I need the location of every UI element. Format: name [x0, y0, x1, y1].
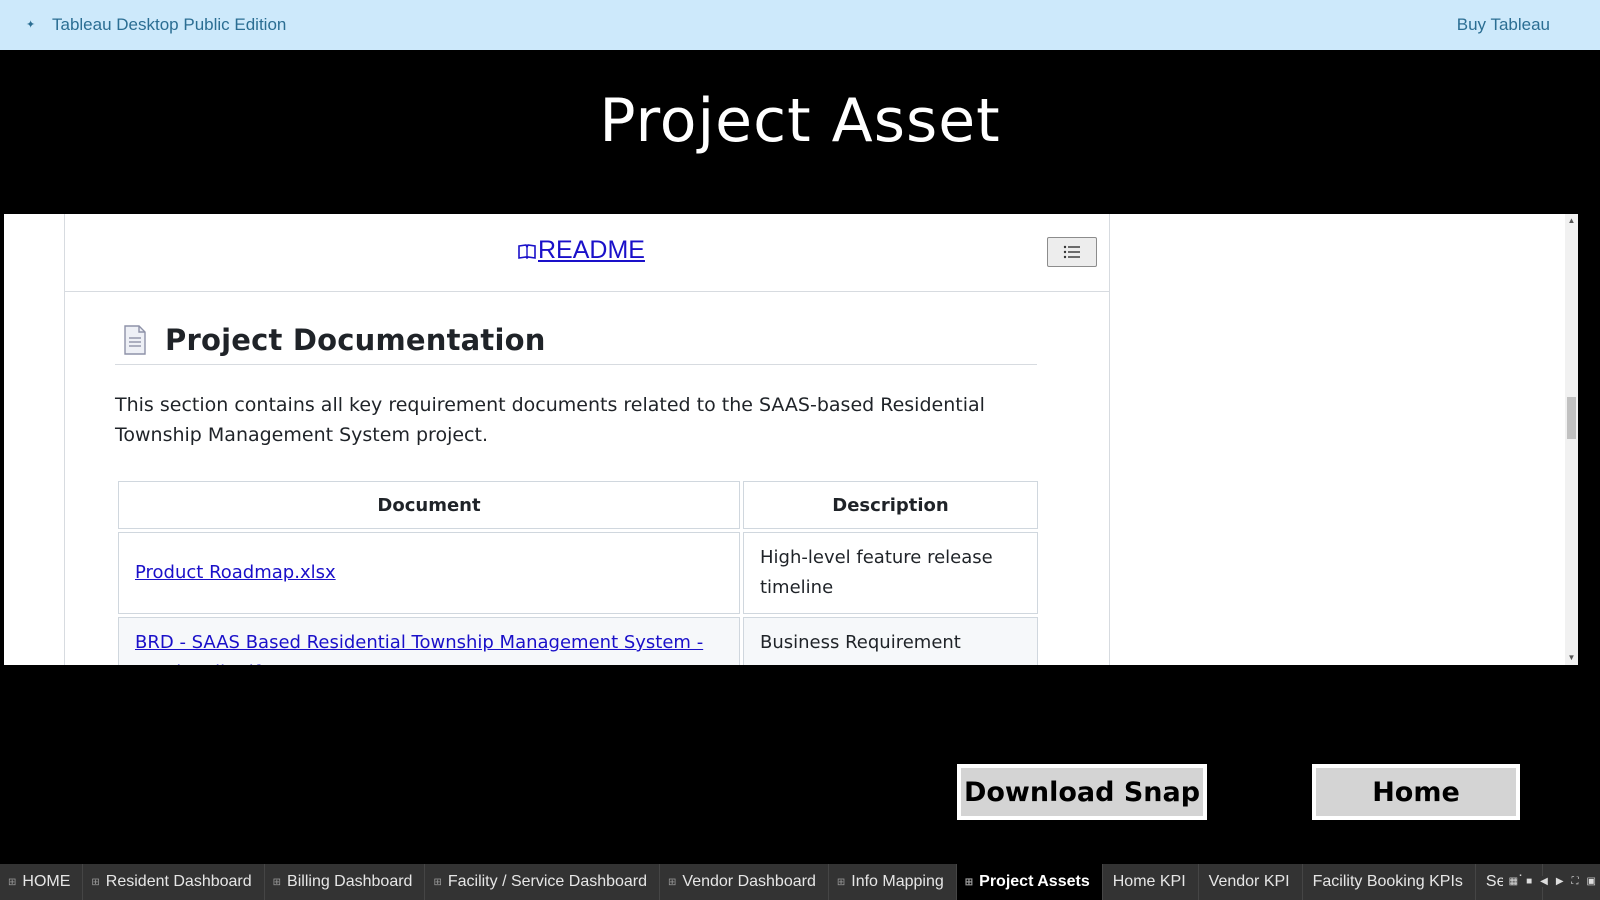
- documentation-heading: Project Documentation: [165, 323, 546, 357]
- top-banner: ✦ Tableau Desktop Public Edition Buy Tab…: [0, 0, 1600, 50]
- tab-vendor-kpi[interactable]: Vendor KPI: [1198, 864, 1303, 900]
- table-of-contents-button[interactable]: [1047, 237, 1097, 267]
- tab-label: Home KPI: [1112, 873, 1186, 890]
- documents-table: Document Description Product Roadmap.xls…: [115, 478, 1041, 665]
- table-row: Product Roadmap.xlsx High-level feature …: [118, 532, 1038, 614]
- scroll-up-arrow-icon[interactable]: ▲: [1565, 216, 1578, 226]
- tab-billing-dashboard[interactable]: ⊞ Billing Dashboard: [264, 864, 426, 900]
- page-title: Project Asset: [599, 86, 1001, 156]
- previous-tab-icon[interactable]: ◀: [1540, 876, 1548, 887]
- tableau-logo-icon: ✦: [26, 19, 36, 31]
- table-row: BRD - SAAS Based Residential Township Ma…: [118, 617, 1038, 665]
- dashboard-grid-icon: ⊞: [433, 876, 442, 888]
- tab-project-assets[interactable]: ⊞ Project Assets: [956, 864, 1103, 900]
- document-icon: [124, 325, 146, 355]
- product-title: Tableau Desktop Public Edition: [52, 15, 287, 34]
- readme-link[interactable]: README: [517, 236, 645, 265]
- dashboard-grid-icon: ⊞: [272, 876, 282, 888]
- document-link[interactable]: Product Roadmap.xlsx: [135, 562, 336, 583]
- tab-info-mapping[interactable]: ⊞ Info Mapping: [828, 864, 957, 900]
- document-cell: Product Roadmap.xlsx: [118, 532, 740, 614]
- tab-label: HOME: [22, 873, 71, 890]
- download-snap-button[interactable]: Download Snap: [957, 764, 1207, 820]
- presentation-icon[interactable]: ▣: [1587, 876, 1596, 887]
- readme-header: README: [65, 214, 1109, 292]
- readme-link-label: README: [538, 236, 645, 264]
- fullscreen-icon[interactable]: ⛶: [1572, 876, 1579, 887]
- document-link[interactable]: BRD - SAAS Based Residential Township Ma…: [135, 632, 703, 665]
- book-icon: [518, 243, 536, 259]
- filmstrip-icon[interactable]: ▦: [1509, 876, 1518, 887]
- sheet-view-icon[interactable]: ■: [1526, 876, 1532, 887]
- tab-facility-booking-kpis[interactable]: Facility Booking KPIs: [1302, 864, 1476, 900]
- tab-label: Billing Dashboard: [287, 873, 413, 890]
- web-page-object[interactable]: README Project Documentation This sectio…: [4, 214, 1578, 665]
- tab-facility-service-dashboard[interactable]: ⊞ Facility / Service Dashboard: [425, 864, 661, 900]
- tab-label: Info Mapping: [851, 873, 944, 890]
- tab-vendor-dashboard[interactable]: ⊞ Vendor Dashboard: [660, 864, 829, 900]
- next-tab-icon[interactable]: ▶: [1556, 876, 1564, 887]
- description-cell: Business Requirement Document: [743, 617, 1038, 665]
- readme-frame: README Project Documentation This sectio…: [64, 214, 1110, 665]
- table-header-description: Description: [743, 481, 1038, 529]
- dashboard-grid-icon: ⊞: [91, 876, 100, 888]
- scrollbar-thumb[interactable]: [1567, 397, 1576, 439]
- dashboard-grid-icon: ⊞: [668, 876, 677, 888]
- documentation-heading-row: Project Documentation: [115, 316, 1037, 365]
- dashboard-grid-icon: ⊞: [964, 876, 974, 888]
- buy-tableau-link[interactable]: Buy Tableau: [1457, 15, 1550, 35]
- tab-label: Vendor KPI: [1208, 873, 1290, 890]
- scroll-down-arrow-icon[interactable]: ▼: [1565, 653, 1578, 663]
- list-icon: [1063, 245, 1080, 259]
- tab-label: Project Assets: [979, 873, 1090, 890]
- tab-resident-dashboard[interactable]: ⊞ Resident Dashboard: [83, 864, 265, 900]
- home-button[interactable]: Home: [1312, 764, 1520, 820]
- tab-home[interactable]: ⊞ HOME: [0, 864, 84, 900]
- sheet-tab-bar: ⊞ HOME ⊞ Resident Dashboard ⊞ Billing Dashb…: [0, 864, 1600, 900]
- dashboard-grid-icon: ⊞: [8, 876, 17, 888]
- tab-navigation-controls: ▦ ■ ◀ ▶ ⛶ ▣: [1502, 876, 1596, 887]
- tab-label: Vendor Dashboard: [682, 873, 816, 890]
- vertical-scrollbar[interactable]: ▲ ▼: [1565, 214, 1578, 665]
- tab-label: Facility / Service Dashboard: [447, 873, 648, 890]
- table-header-document: Document: [118, 481, 740, 529]
- intro-paragraph: This section contains all key requiremen…: [115, 394, 985, 446]
- dashboard-grid-icon: ⊞: [836, 876, 846, 888]
- description-cell: High-level feature release timeline: [743, 532, 1038, 614]
- tab-label: Resident Dashboard: [105, 873, 252, 890]
- tab-home-kpi[interactable]: Home KPI: [1102, 864, 1199, 900]
- document-cell: BRD - SAAS Based Residential Township Ma…: [118, 617, 740, 665]
- tab-label: Facility Booking KPIs: [1312, 873, 1463, 890]
